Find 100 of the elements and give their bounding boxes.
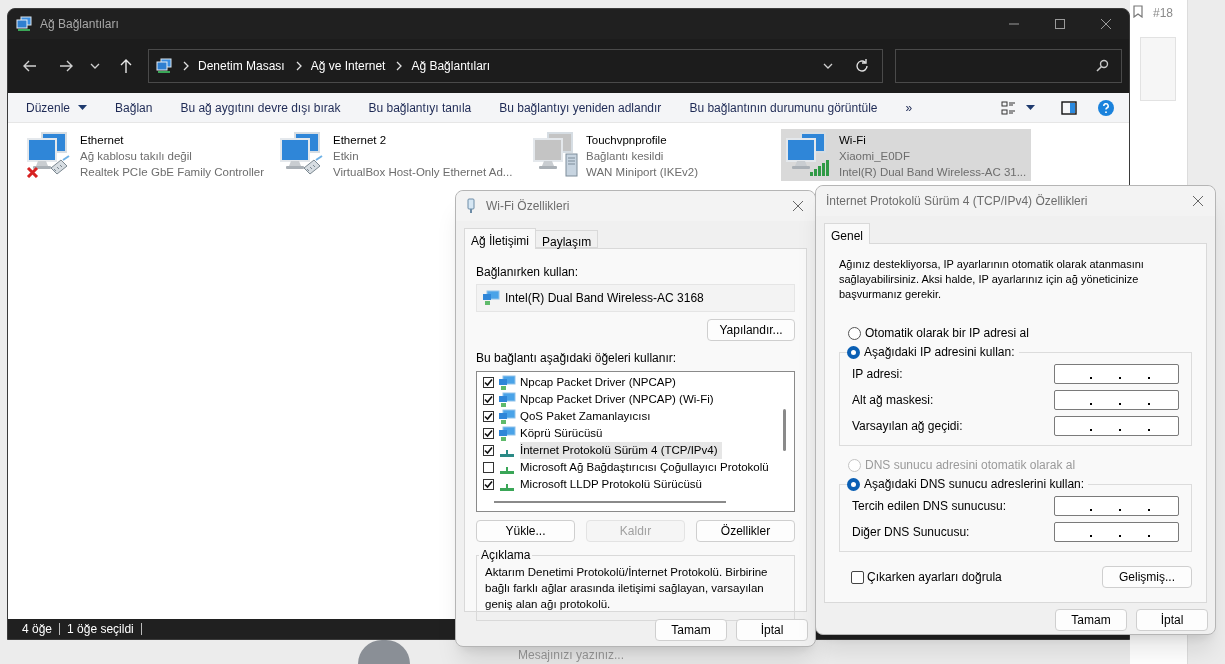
checkbox-label: Çıkarken ayarları doğrula bbox=[867, 569, 1002, 586]
field-label: Alt ağ maskesi: bbox=[852, 392, 934, 409]
command-button[interactable]: Bu ağ aygıtını devre dışı bırak bbox=[172, 95, 349, 120]
action-button[interactable]: Yükle... bbox=[476, 520, 575, 542]
card-background bbox=[1140, 37, 1176, 101]
view-options-icon[interactable] bbox=[1001, 99, 1017, 116]
ip-address-field[interactable] bbox=[1054, 390, 1179, 410]
list-item[interactable]: Npcap Packet Driver (NPCAP) bbox=[520, 373, 680, 392]
command-button[interactable]: Bu bağlantının durumunu görüntüle bbox=[681, 95, 886, 120]
scrollbar-thumb[interactable] bbox=[494, 501, 726, 503]
list-item[interactable]: QoS Paket Zamanlayıcısı bbox=[520, 407, 655, 426]
dialog-button[interactable]: Tamam bbox=[1055, 609, 1127, 631]
list-item[interactable]: Npcap Packet Driver (NPCAP) (Wi-Fi) bbox=[520, 390, 718, 409]
dialog-title: İnternet Protokolü Sürüm 4 (TCP/IPv4) Özellikleri bbox=[826, 193, 1088, 210]
list-item[interactable]: Microsoft Ağ Bağdaştırıcısı Çoğullayıcı Protokolü bbox=[520, 458, 773, 477]
tab[interactable]: Genel bbox=[824, 223, 871, 244]
network-service-icon bbox=[498, 374, 516, 391]
checkbox[interactable] bbox=[483, 394, 494, 405]
ip-address-field[interactable] bbox=[1054, 416, 1179, 436]
connection-status: Ağ kablosu takılı değil bbox=[80, 149, 193, 164]
network-protocol-icon bbox=[500, 484, 514, 491]
checkbox[interactable] bbox=[483, 462, 494, 473]
checkbox[interactable] bbox=[483, 377, 494, 388]
list-item[interactable]: Microsoft LLDP Protokolü Sürücüsü bbox=[520, 475, 706, 494]
radio-button[interactable] bbox=[847, 477, 860, 491]
action-button[interactable]: Özellikler bbox=[696, 520, 795, 542]
checkbox[interactable] bbox=[851, 570, 864, 584]
list-item[interactable]: Köprü Sürücüsü bbox=[520, 424, 607, 443]
dialog-button[interactable]: İptal bbox=[736, 619, 808, 641]
chevron-icon[interactable] bbox=[182, 61, 190, 71]
intro-text: Ağınız destekliyorsa, IP ayarlarının otomatik olarak atanmasını sağlayabilirsiniz. Aksi halde, IP ayarlarınız için ağ yöneticinize başvurmanız gerekir. bbox=[839, 257, 1145, 302]
dialog-button[interactable]: İptal bbox=[1136, 609, 1208, 631]
connection-status: Bağlantı kesildi bbox=[586, 149, 665, 164]
checkbox[interactable] bbox=[483, 411, 494, 422]
ip-address-field[interactable] bbox=[1054, 522, 1179, 542]
command-button[interactable]: » bbox=[897, 95, 921, 120]
breadcrumb-item[interactable]: Denetim Masası bbox=[198, 57, 285, 75]
chevron-icon[interactable] bbox=[395, 61, 404, 71]
location-icon bbox=[156, 58, 172, 74]
connection-tile[interactable]: Wi-Fi Xiaomi_E0DF Intel(R) Dual Band Wireless-AC 31... bbox=[781, 129, 1031, 181]
scrollbar-thumb[interactable] bbox=[783, 409, 786, 451]
caret-icon[interactable] bbox=[1026, 104, 1035, 111]
dialog-button[interactable]: Tamam bbox=[655, 619, 727, 641]
connection-status: Xiaomi_E0DF bbox=[839, 149, 911, 164]
command-button[interactable]: Bu bağlantıyı tanıla bbox=[360, 95, 480, 120]
search-icon bbox=[1095, 59, 1109, 73]
adapter-icon bbox=[466, 198, 476, 214]
network-protocol-icon bbox=[500, 467, 514, 474]
list-item[interactable]: İnternet Protokolü Sürüm 4 (TCP/IPv4) bbox=[520, 441, 722, 460]
adapter-field: Intel(R) Dual Band Wireless-AC 3168 bbox=[476, 284, 795, 312]
bookmark-icon[interactable] bbox=[1133, 5, 1143, 18]
radio-button[interactable] bbox=[847, 345, 860, 359]
field-label: Bu bağlantı aşağıdaki öğeleri kullanır: bbox=[476, 350, 678, 367]
connection-device: VirtualBox Host-Only Ethernet Ad... bbox=[333, 165, 513, 180]
checkbox[interactable] bbox=[483, 445, 494, 456]
advanced-button[interactable]: Gelişmiş... bbox=[1102, 566, 1192, 588]
network-protocol-icon bbox=[500, 450, 514, 457]
network-service-icon bbox=[498, 391, 516, 408]
configure-button[interactable]: Yapılandır... bbox=[707, 319, 795, 341]
field-label: Diğer DNS Sunucusu: bbox=[852, 524, 970, 541]
refresh-button[interactable] bbox=[854, 58, 870, 74]
window-title: Ağ Bağlantıları bbox=[40, 16, 119, 33]
tab[interactable]: Ağ İletişimi bbox=[464, 228, 536, 249]
option-label: DNS sunucu adresini otomatik olarak al bbox=[865, 457, 1076, 474]
avatar-icon bbox=[358, 640, 410, 664]
close-button[interactable] bbox=[1191, 194, 1205, 208]
chevron-icon[interactable] bbox=[294, 61, 303, 71]
field-label: IP adresi: bbox=[852, 366, 903, 383]
ip-address-field[interactable] bbox=[1054, 364, 1179, 384]
connection-name: Ethernet bbox=[80, 133, 125, 148]
command-button[interactable]: Düzenle bbox=[18, 95, 96, 120]
post-number: #18 bbox=[1153, 5, 1174, 22]
description-text: Aktarım Denetimi Protokolü/İnternet Protokolü. Birbirine bağlı farklı ağlar arasında iletişimi sağlayan, varsayılan geniş alan ağı protokolü. bbox=[485, 565, 769, 612]
dropdown-icon[interactable] bbox=[822, 61, 834, 71]
close-button[interactable] bbox=[791, 199, 805, 213]
status-text: 1 öğe seçildi bbox=[67, 623, 142, 635]
command-button[interactable]: Bağlan bbox=[107, 95, 161, 120]
network-service-icon bbox=[498, 425, 516, 442]
preview-pane-icon[interactable] bbox=[1061, 100, 1077, 115]
command-button[interactable]: Bu bağlantıyı yeniden adlandır bbox=[491, 95, 670, 120]
tab[interactable]: Paylaşım bbox=[536, 230, 599, 248]
help-icon[interactable] bbox=[1097, 98, 1115, 117]
connection-device: Realtek PCIe GbE Family Controller bbox=[80, 165, 265, 180]
breadcrumb-item[interactable]: Ağ Bağlantıları bbox=[411, 57, 491, 75]
connection-device: WAN Miniport (IKEv2) bbox=[586, 165, 699, 180]
connection-status: Etkin bbox=[333, 149, 360, 164]
address-bar[interactable]: Denetim Masası Ağ ve Internet Ağ Bağlantıları bbox=[148, 49, 883, 83]
search-field[interactable] bbox=[895, 49, 1122, 83]
network-service-icon bbox=[498, 408, 516, 425]
connection-device: Intel(R) Dual Band Wireless-AC 31... bbox=[839, 165, 1027, 180]
app-icon bbox=[16, 16, 32, 32]
connection-name: Wi-Fi bbox=[839, 133, 867, 148]
field-label: Varsayılan ağ geçidi: bbox=[852, 418, 963, 435]
checkbox[interactable] bbox=[483, 479, 494, 490]
option-label: Aşağıdaki IP adresini kullan: bbox=[864, 344, 1015, 361]
checkbox[interactable] bbox=[483, 428, 494, 439]
ip-address-field[interactable] bbox=[1054, 496, 1179, 516]
radio-button[interactable] bbox=[848, 326, 861, 340]
breadcrumb-item[interactable]: Ağ ve Internet bbox=[310, 57, 386, 75]
network-service-icon bbox=[482, 290, 500, 306]
